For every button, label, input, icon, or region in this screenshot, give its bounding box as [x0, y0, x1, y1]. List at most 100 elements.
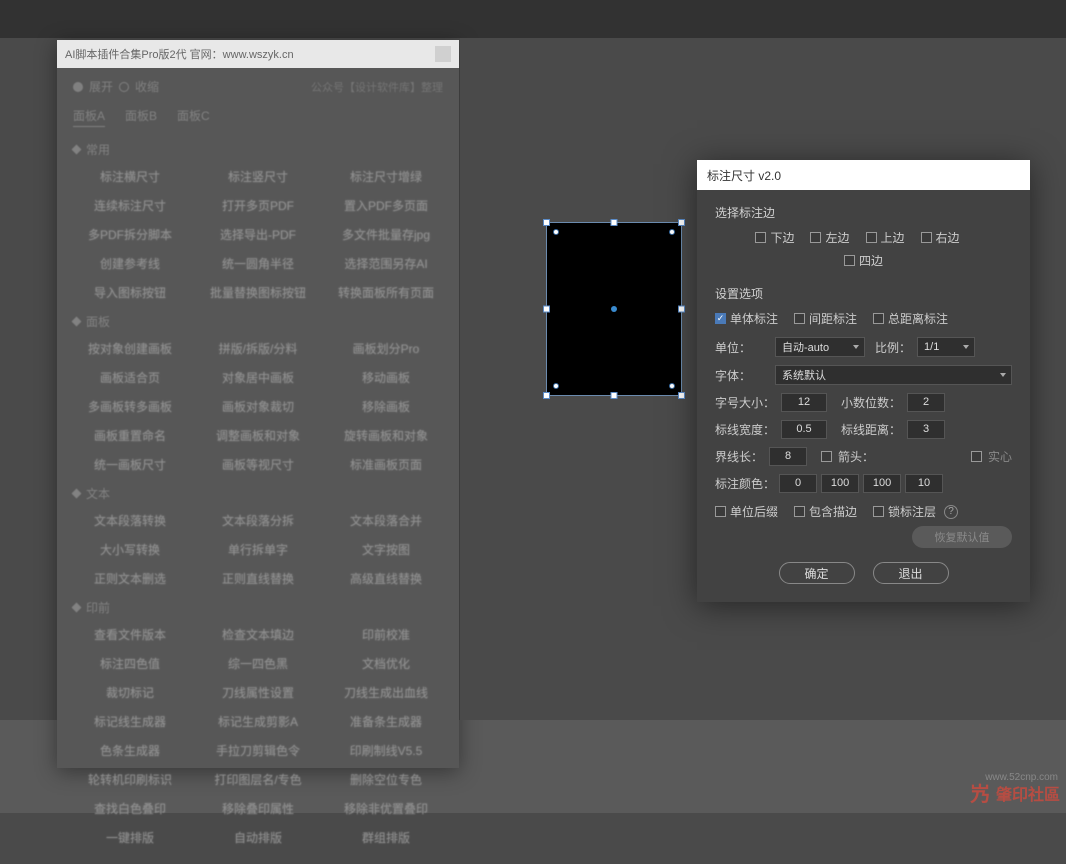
- check-gap[interactable]: [794, 313, 805, 324]
- fontsize-input[interactable]: 12: [781, 393, 827, 412]
- script-button[interactable]: 置入PDF多页面: [329, 195, 443, 216]
- anchor-ne[interactable]: [669, 229, 675, 235]
- script-button[interactable]: 画板对象裁切: [201, 396, 315, 417]
- check-bottom[interactable]: [755, 232, 766, 243]
- linewidth-input[interactable]: 0.5: [781, 420, 827, 439]
- script-button[interactable]: 移除叠印属性: [201, 798, 315, 819]
- script-button[interactable]: 正则直线替换: [201, 568, 315, 589]
- script-button[interactable]: 画板等视尺寸: [201, 454, 315, 475]
- script-button[interactable]: 印刷制线V5.5: [329, 740, 443, 761]
- handle-nw[interactable]: [543, 219, 550, 226]
- check-top[interactable]: [866, 232, 877, 243]
- check-right[interactable]: [921, 232, 932, 243]
- check-lock-layer[interactable]: [873, 506, 884, 517]
- script-button[interactable]: 转换面板所有页面: [329, 282, 443, 303]
- script-button[interactable]: 移除画板: [329, 396, 443, 417]
- script-button[interactable]: 轮转机印刷标识: [73, 769, 187, 790]
- check-left[interactable]: [810, 232, 821, 243]
- handle-se[interactable]: [678, 392, 685, 399]
- script-button[interactable]: 打开多页PDF: [201, 195, 315, 216]
- script-button[interactable]: 打印图层名/专色: [201, 769, 315, 790]
- tab-a[interactable]: 面板A: [73, 107, 105, 127]
- script-button[interactable]: 删除空位专色: [329, 769, 443, 790]
- script-button[interactable]: 统一画板尺寸: [73, 454, 187, 475]
- handle-w[interactable]: [543, 306, 550, 313]
- script-button[interactable]: 标准画板页面: [329, 454, 443, 475]
- script-button[interactable]: 画板重置命名: [73, 425, 187, 446]
- script-button[interactable]: 标注四色值: [73, 653, 187, 674]
- handle-sw[interactable]: [543, 392, 550, 399]
- script-button[interactable]: 检查文本填边: [201, 624, 315, 645]
- script-button[interactable]: 按对象创建画板: [73, 338, 187, 359]
- radio-collapse[interactable]: [119, 82, 129, 92]
- script-button[interactable]: 群组排版: [329, 827, 443, 848]
- script-button[interactable]: 自动排版: [201, 827, 315, 848]
- script-button[interactable]: 画板划分Pro: [329, 338, 443, 359]
- script-button[interactable]: 单行拆单字: [201, 539, 315, 560]
- script-button[interactable]: 标注尺寸增绿: [329, 166, 443, 187]
- script-button[interactable]: 调整画板和对象: [201, 425, 315, 446]
- anchor-se[interactable]: [669, 383, 675, 389]
- script-button[interactable]: 手拉刀剪辑色令: [201, 740, 315, 761]
- help-icon[interactable]: ?: [944, 505, 958, 519]
- color-y-input[interactable]: 100: [863, 474, 901, 493]
- unit-select[interactable]: 自动-auto: [775, 337, 865, 357]
- handle-e[interactable]: [678, 306, 685, 313]
- color-m-input[interactable]: 100: [821, 474, 859, 493]
- check-unit-suffix[interactable]: [715, 506, 726, 517]
- color-c-input[interactable]: 0: [779, 474, 817, 493]
- script-button[interactable]: 文档优化: [329, 653, 443, 674]
- center-point[interactable]: [611, 306, 617, 312]
- ratio-select[interactable]: 1/1: [917, 337, 975, 357]
- script-button[interactable]: 批量替换图标按钮: [201, 282, 315, 303]
- script-button[interactable]: 准备条生成器: [329, 711, 443, 732]
- script-button[interactable]: 高级直线替换: [329, 568, 443, 589]
- cancel-button[interactable]: 退出: [873, 562, 949, 584]
- handle-n[interactable]: [611, 219, 618, 226]
- script-button[interactable]: 一键排版: [73, 827, 187, 848]
- tab-c[interactable]: 面板C: [177, 107, 210, 127]
- check-solid[interactable]: [971, 451, 982, 462]
- decimals-input[interactable]: 2: [907, 393, 945, 412]
- tab-b[interactable]: 面板B: [125, 107, 157, 127]
- script-button[interactable]: 标记生成剪影A: [201, 711, 315, 732]
- script-button[interactable]: 正则文本删选: [73, 568, 187, 589]
- panel-titlebar[interactable]: AI脚本插件合集Pro版2代 官网：www.wszyk.cn: [57, 40, 459, 68]
- script-button[interactable]: 刀线生成出血线: [329, 682, 443, 703]
- radio-expand[interactable]: [73, 82, 83, 92]
- handle-s[interactable]: [611, 392, 618, 399]
- handle-ne[interactable]: [678, 219, 685, 226]
- script-button[interactable]: 移除非优置叠印: [329, 798, 443, 819]
- dialog-titlebar[interactable]: 标注尺寸 v2.0: [697, 160, 1030, 190]
- close-icon[interactable]: [435, 46, 451, 62]
- check-all-edges[interactable]: [844, 255, 855, 266]
- font-select[interactable]: 系统默认: [775, 365, 1012, 385]
- color-k-input[interactable]: 10: [905, 474, 943, 493]
- script-button[interactable]: 标注横尺寸: [73, 166, 187, 187]
- script-button[interactable]: 色条生成器: [73, 740, 187, 761]
- script-button[interactable]: 大小写转换: [73, 539, 187, 560]
- section-header[interactable]: 印前: [73, 599, 443, 616]
- script-button[interactable]: 画板适合页: [73, 367, 187, 388]
- script-button[interactable]: 连续标注尺寸: [73, 195, 187, 216]
- ok-button[interactable]: 确定: [779, 562, 855, 584]
- section-header[interactable]: 文本: [73, 485, 443, 502]
- check-total[interactable]: [873, 313, 884, 324]
- selected-object[interactable]: [546, 222, 682, 396]
- script-button[interactable]: 多画板转多画板: [73, 396, 187, 417]
- check-include-stroke[interactable]: [794, 506, 805, 517]
- check-single[interactable]: ✓: [715, 313, 726, 324]
- linedist-input[interactable]: 3: [907, 420, 945, 439]
- script-button[interactable]: 标注竖尺寸: [201, 166, 315, 187]
- reset-button[interactable]: 恢复默认值: [912, 526, 1012, 548]
- script-button[interactable]: 文本段落分拆: [201, 510, 315, 531]
- boundlen-input[interactable]: 8: [769, 447, 807, 466]
- anchor-nw[interactable]: [553, 229, 559, 235]
- script-button[interactable]: 选择导出-PDF: [201, 224, 315, 245]
- section-header[interactable]: 常用: [73, 141, 443, 158]
- script-button[interactable]: 旋转画板和对象: [329, 425, 443, 446]
- script-button[interactable]: 文本段落转换: [73, 510, 187, 531]
- script-button[interactable]: 移动画板: [329, 367, 443, 388]
- script-button[interactable]: 查找白色叠印: [73, 798, 187, 819]
- check-arrow[interactable]: [821, 451, 832, 462]
